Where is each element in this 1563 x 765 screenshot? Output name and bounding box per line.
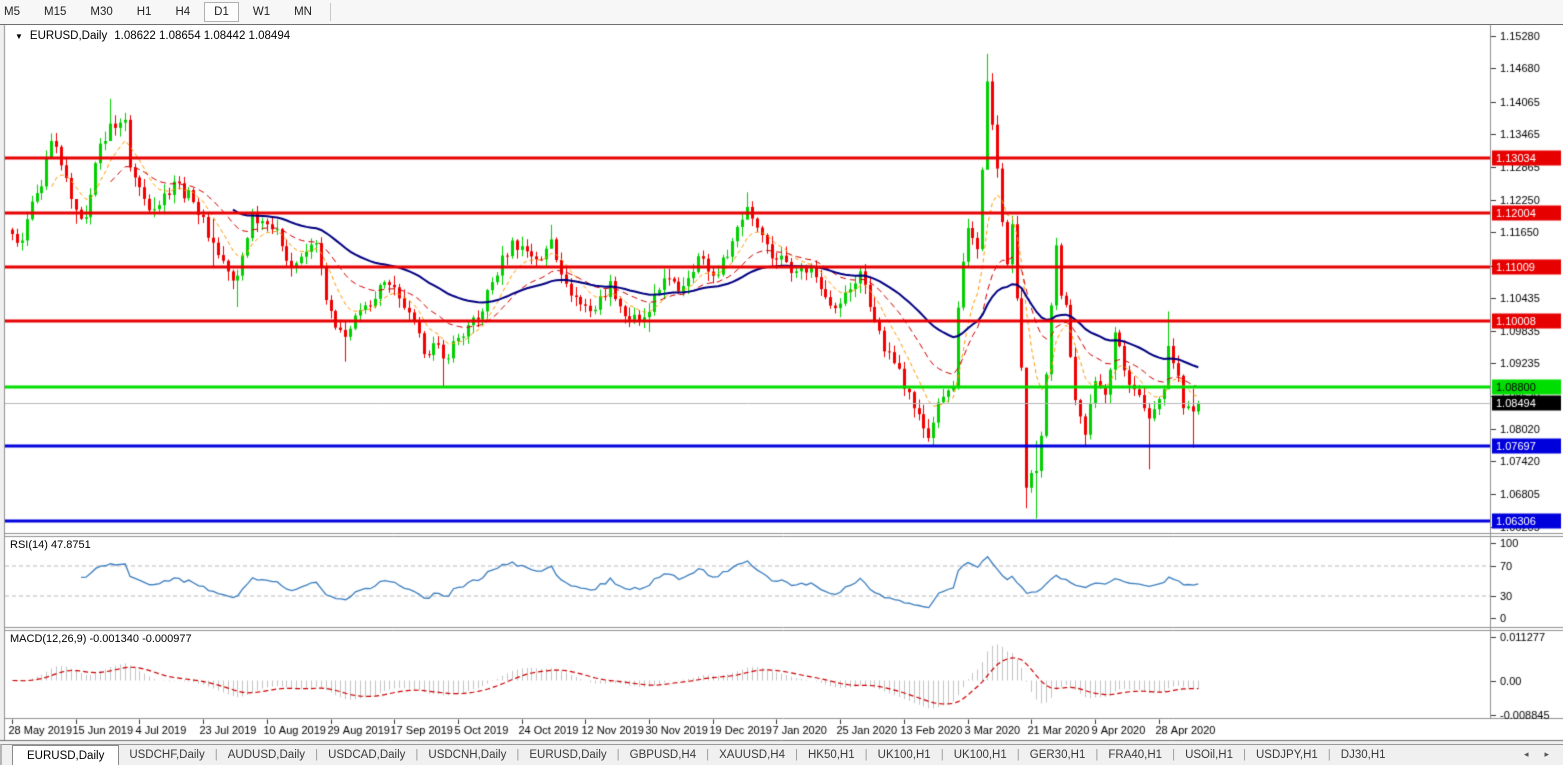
timeframe-button-w1[interactable]: W1 — [243, 2, 280, 22]
timeframe-toolbar: M5M15M30H1H4D1W1MN — [0, 0, 1563, 25]
chart-tab-fra40-h1[interactable]: FRA40,H1 — [1098, 745, 1172, 765]
symbol-dropdown-icon[interactable]: ▼ — [15, 32, 23, 41]
timeframe-button-m15[interactable]: M15 — [34, 2, 76, 22]
chart-tab-usdjpy-h1[interactable]: USDJPY,H1 — [1246, 745, 1328, 765]
chart-tab-uk100-h1[interactable]: UK100,H1 — [868, 745, 941, 765]
rsi-indicator-label: RSI(14) 47.8751 — [10, 539, 91, 551]
chart-tab-audusd-daily[interactable]: AUDUSD,Daily — [218, 745, 315, 765]
macd-indicator-label: MACD(12,26,9) -0.001340 -0.000977 — [10, 633, 192, 645]
tab-scroll-right-icon[interactable]: ▸ — [1544, 749, 1549, 760]
chart-tab-hk50-h1[interactable]: HK50,H1 — [798, 745, 865, 765]
chart-tab-eurusd-daily[interactable]: EURUSD,Daily — [12, 745, 119, 765]
chart-tabs-bar: EURUSD,DailyUSDCHF,Daily|AUDUSD,Daily|US… — [0, 744, 1563, 765]
chart-tab-xauusd-h4[interactable]: XAUUSD,H4 — [709, 745, 795, 765]
toolbar-separator — [330, 3, 331, 21]
chart-tab-dj30-h1[interactable]: DJ30,H1 — [1331, 745, 1396, 765]
tab-scroll-left-icon[interactable]: ◂ — [1524, 749, 1529, 760]
chart-tab-uk100-h1[interactable]: UK100,H1 — [944, 745, 1017, 765]
chart-tab-gbpusd-h4[interactable]: GBPUSD,H4 — [620, 745, 706, 765]
chart-symbol-label: EURUSD,Daily — [30, 30, 107, 42]
timeframe-button-mn[interactable]: MN — [284, 2, 322, 22]
timeframe-button-d1[interactable]: D1 — [204, 2, 239, 22]
chart-title: ▼ EURUSD,Daily 1.08622 1.08654 1.08442 1… — [15, 30, 290, 42]
chart-tab-eurusd-daily[interactable]: EURUSD,Daily — [519, 745, 616, 765]
chart-tab-usdcnh-daily[interactable]: USDCNH,Daily — [418, 745, 516, 765]
tab-scroll-controls: ◂ ▸ — [1524, 744, 1549, 765]
chart-tab-usdcad-daily[interactable]: USDCAD,Daily — [318, 745, 415, 765]
timeframe-button-h1[interactable]: H1 — [127, 2, 162, 22]
chart-tab-usoil-h1[interactable]: USOil,H1 — [1175, 745, 1243, 765]
timeframe-button-m30[interactable]: M30 — [80, 2, 122, 22]
chart-tab-usdchf-daily[interactable]: USDCHF,Daily — [119, 745, 214, 765]
timeframe-button-m5[interactable]: M5 — [0, 2, 30, 22]
chart-canvas[interactable] — [0, 0, 1563, 765]
chart-tab-ger30-h1[interactable]: GER30,H1 — [1020, 745, 1096, 765]
timeframe-button-h4[interactable]: H4 — [165, 2, 200, 22]
chart-ohlc-values: 1.08622 1.08654 1.08442 1.08494 — [114, 30, 290, 42]
